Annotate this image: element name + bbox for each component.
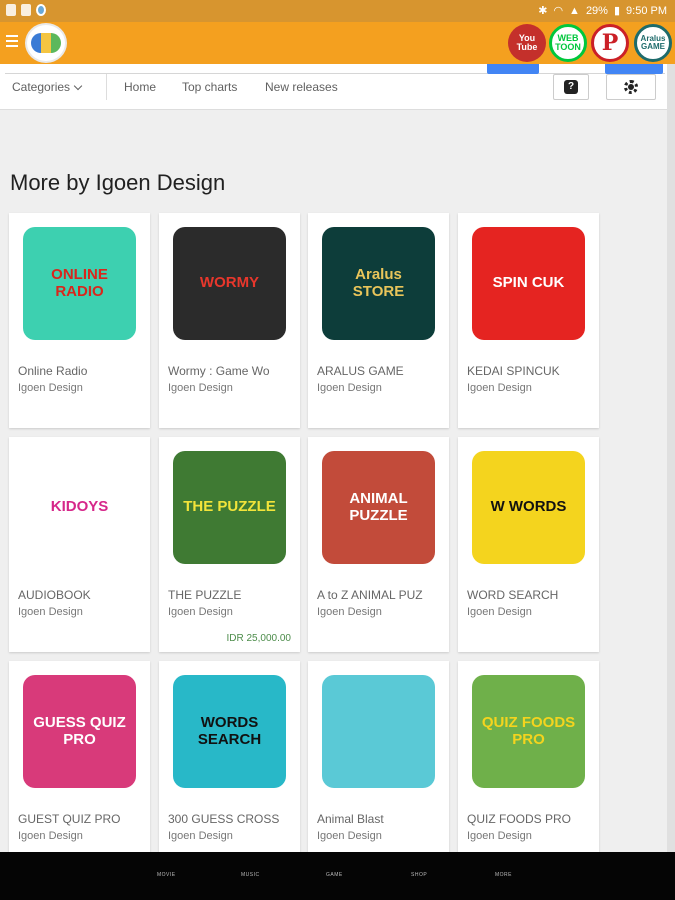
app-notification-icon [36,4,46,16]
app-icon[interactable] [322,675,435,788]
clock: 9:50 PM [626,4,667,17]
app-card[interactable]: WORDS SEARCH 300 GUESS CROSS Igoen Design [159,661,300,876]
bottom-nav-game[interactable]: GAME [326,872,343,878]
app-price: IDR 25,000.00 [226,633,292,644]
app-icon[interactable]: QUIZ FOODS PRO [472,675,585,788]
hamburger-menu-icon[interactable] [6,35,18,49]
app-title[interactable]: AUDIOBOOK [18,588,143,602]
app-card[interactable]: GUESS QUIZ PRO GUEST QUIZ PRO Igoen Design [9,661,150,876]
bottom-nav-shop[interactable]: SHOP [411,872,427,878]
notification-icons [6,4,46,16]
wifi-icon: ◠ [553,5,564,17]
app-title[interactable]: QUIZ FOODS PRO [467,812,592,826]
search-button[interactable] [487,64,539,74]
app-icon[interactable]: THE PUZZLE [173,451,286,564]
account-button[interactable] [605,64,663,74]
help-icon: ? [564,80,578,94]
app-title[interactable]: Animal Blast [317,812,442,826]
app-card[interactable]: Aralus STORE ARALUS GAME Igoen Design [308,213,449,428]
app-developer[interactable]: Igoen Design [18,606,83,618]
app-card[interactable]: KIDOYS AUDIOBOOK Igoen Design [9,437,150,652]
battery-icon: ▮ [613,5,621,17]
image-icon [21,4,31,16]
download-icon [6,4,16,16]
game-store-icon[interactable]: Aralus GAME [634,24,672,62]
gear-icon [624,80,638,94]
app-title[interactable]: KEDAI SPINCUK [467,364,592,378]
app-title[interactable]: Wormy : Game Wo [168,364,293,378]
app-icon[interactable]: GUESS QUIZ PRO [23,675,136,788]
status-bar: ✱ ◠ ▲ 29% ▮ 9:50 PM [0,0,675,22]
app-card[interactable]: THE PUZZLE THE PUZZLE Igoen Design IDR 25,0… [159,437,300,652]
app-icon[interactable]: KIDOYS [23,451,136,564]
app-title[interactable]: ARALUS GAME [317,364,442,378]
app-icon[interactable]: WORMY [173,227,286,340]
app-developer[interactable]: Igoen Design [18,382,83,394]
tab-top-charts[interactable]: Top charts [182,80,237,94]
system-status: ✱ ◠ ▲ 29% ▮ 9:50 PM [538,4,667,18]
bottom-nav-movie[interactable]: MOVIE [157,872,176,878]
app-card[interactable]: ANIMAL PUZZLE A to Z ANIMAL PUZ Igoen Desi… [308,437,449,652]
app-developer[interactable]: Igoen Design [168,830,233,842]
main-content: More by Igoen Design ONLINE RADIO Online … [0,110,667,876]
app-developer[interactable]: Igoen Design [317,606,382,618]
tab-home[interactable]: Home [124,80,156,94]
app-title[interactable]: THE PUZZLE [168,588,293,602]
scrollbar[interactable] [667,64,675,852]
app-developer[interactable]: Igoen Design [317,830,382,842]
app-developer[interactable]: Igoen Design [467,382,532,394]
bottom-nav: MOVIE MUSIC GAME SHOP MORE [0,852,675,900]
help-button[interactable]: ? [553,74,589,100]
webtoon-icon[interactable]: WEB TOON [549,24,587,62]
app-icon[interactable]: ANIMAL PUZZLE [322,451,435,564]
app-developer[interactable]: Igoen Design [168,606,233,618]
youtube-icon[interactable]: You Tube [508,24,546,62]
app-title[interactable]: Online Radio [18,364,143,378]
store-nav: Categories Home Top charts New releases … [0,64,675,110]
settings-button[interactable] [606,74,656,100]
bluetooth-icon: ✱ [538,5,548,17]
app-card[interactable]: SPIN CUK KEDAI SPINCUK Igoen Design [458,213,599,428]
app-card[interactable]: QUIZ FOODS PRO QUIZ FOODS PRO Igoen Design [458,661,599,876]
bottom-nav-music[interactable]: MUSIC [241,872,260,878]
app-bar: You Tube WEB TOON P Aralus GAME [0,22,675,64]
app-icon[interactable]: ONLINE RADIO [23,227,136,340]
app-developer[interactable]: Igoen Design [467,606,532,618]
app-icon[interactable]: Aralus STORE [322,227,435,340]
app-title[interactable]: A to Z ANIMAL PUZ [317,588,442,602]
app-title[interactable]: GUEST QUIZ PRO [18,812,143,826]
app-title[interactable]: WORD SEARCH [467,588,592,602]
divider [106,74,107,100]
app-card[interactable]: ONLINE RADIO Online Radio Igoen Design [9,213,150,428]
search-input[interactable] [5,64,665,74]
app-icon[interactable]: W WORDS [472,451,585,564]
app-developer[interactable]: Igoen Design [168,382,233,394]
categories-dropdown[interactable]: Categories [12,80,83,94]
app-developer[interactable]: Igoen Design [467,830,532,842]
app-card[interactable]: W WORDS WORD SEARCH Igoen Design [458,437,599,652]
app-card[interactable]: Animal Blast Igoen Design [308,661,449,876]
app-logo[interactable] [25,23,67,63]
signal-icon: ▲ [569,4,580,17]
battery-percent: 29% [585,4,608,17]
app-card[interactable]: WORMY Wormy : Game Wo Igoen Design [159,213,300,428]
app-icon[interactable]: WORDS SEARCH [173,675,286,788]
section-title: More by Igoen Design [10,170,226,195]
chevron-down-icon [73,81,83,91]
bottom-nav-more[interactable]: MORE [495,872,512,878]
app-title[interactable]: 300 GUESS CROSS [168,812,293,826]
tab-new-releases[interactable]: New releases [265,80,338,94]
app-icon[interactable]: SPIN CUK [472,227,585,340]
app-developer[interactable]: Igoen Design [18,830,83,842]
app-developer[interactable]: Igoen Design [317,382,382,394]
pinterest-icon[interactable]: P [591,24,629,62]
